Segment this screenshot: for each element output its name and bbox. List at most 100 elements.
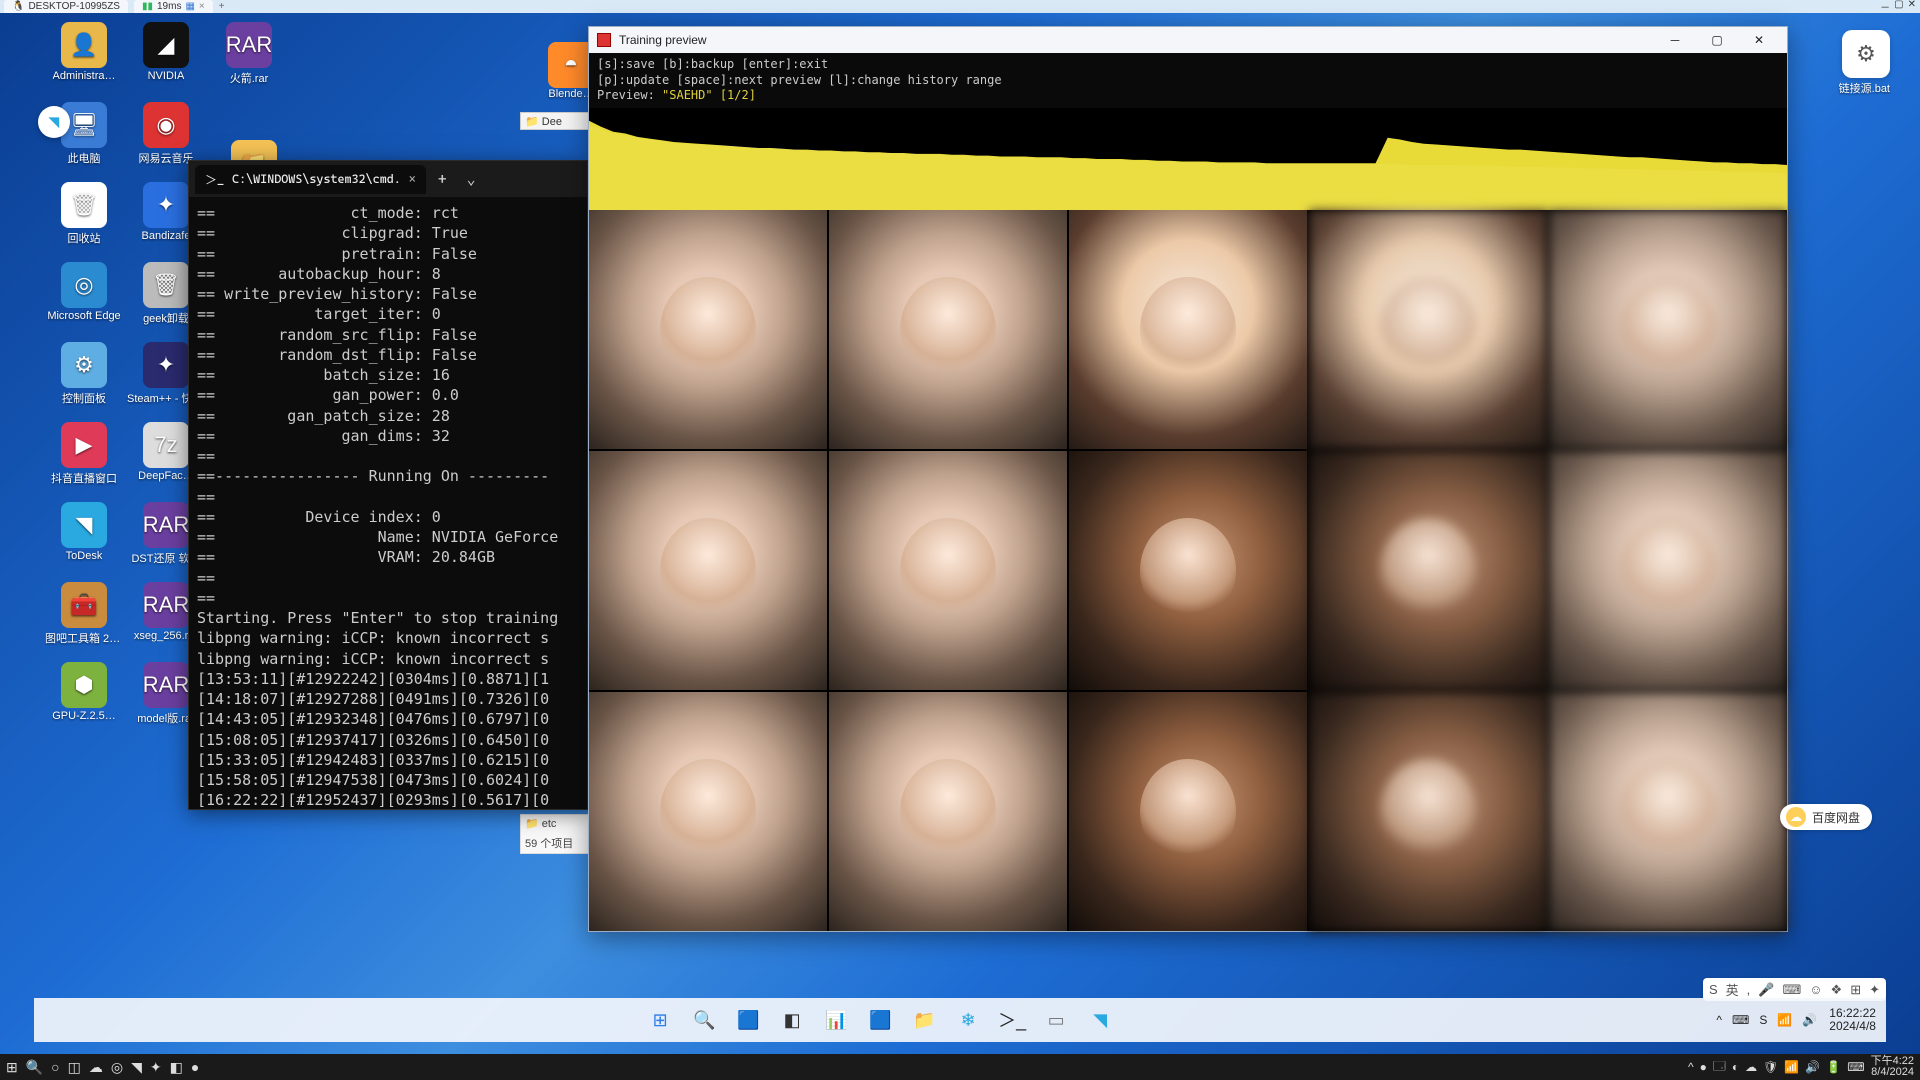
desktop-icon-label: NVIDIA: [148, 70, 185, 82]
desktop-icon[interactable]: ▶抖音直播窗口: [44, 422, 124, 500]
terminal-output[interactable]: == ct_mode: rct == clipgrad: True == pre…: [189, 197, 587, 810]
taskbar-app-icon[interactable]: ◥: [1084, 1004, 1116, 1036]
host-tray-icon[interactable]: ⌨: [1847, 1060, 1864, 1074]
window-maximize[interactable]: ▢: [1697, 29, 1737, 51]
tray-icon[interactable]: 🔊: [1802, 1013, 1817, 1027]
baidu-netdisk-widget[interactable]: ☁ 百度网盘: [1780, 804, 1872, 830]
todesk-floating-bubble[interactable]: ◥: [38, 106, 70, 138]
desktop-icon-label: Administra…: [53, 70, 116, 82]
desktop-icon[interactable]: ◥ToDesk: [44, 502, 124, 580]
host-tray-icon[interactable]: 📶: [1784, 1060, 1799, 1074]
window-close[interactable]: ✕: [1908, 0, 1916, 14]
host-taskbar-icon[interactable]: ☁: [89, 1059, 103, 1076]
face-cell: [829, 210, 1067, 449]
taskbar-app-icon[interactable]: ◧: [776, 1004, 808, 1036]
desktop-icon[interactable]: ⚙控制面板: [44, 342, 124, 420]
tray-icon[interactable]: 📶: [1777, 1013, 1792, 1027]
ime-item[interactable]: S: [1709, 982, 1718, 997]
taskbar-app-icon[interactable]: ▭: [1040, 1004, 1072, 1036]
desktop-icon[interactable]: 👤Administra…: [44, 22, 124, 100]
host-taskbar-icon[interactable]: ⊞: [6, 1059, 18, 1076]
tray-icon[interactable]: S: [1759, 1013, 1767, 1027]
folder-icon: 📁 etc: [525, 817, 595, 830]
host-taskbar-icon[interactable]: ○: [51, 1059, 59, 1075]
ime-item[interactable]: ⌨: [1782, 982, 1801, 998]
host-tray-icon[interactable]: ◐: [1732, 1060, 1739, 1074]
session-tab-2-close[interactable]: ×: [199, 1, 205, 12]
taskbar-app-icon[interactable]: 📊: [820, 1004, 852, 1036]
terminal-tab-cmd[interactable]: ＞_ C:\WINDOWS\system32\cmd. ×: [195, 165, 426, 194]
ime-item[interactable]: ❖: [1831, 982, 1843, 998]
desktop-icon[interactable]: ⬢GPU-Z.2.5…: [44, 662, 124, 740]
ime-item[interactable]: ✦: [1869, 982, 1880, 998]
taskbar-app-icon[interactable]: 🔍: [688, 1004, 720, 1036]
host-tray-icon[interactable]: 🗔: [1713, 1057, 1726, 1078]
desktop-icon[interactable]: ◢NVIDIA: [126, 22, 206, 100]
host-tray-icon[interactable]: ●: [1700, 1060, 1707, 1074]
loss-history-chart: [589, 108, 1787, 210]
session-tab-1[interactable]: 🐧 DESKTOP-10995ZS: [4, 0, 128, 13]
settings-floating-button[interactable]: ⚙: [1842, 30, 1890, 78]
window-close[interactable]: ✕: [1739, 29, 1779, 51]
desktop-icon-label: 链接源.bat: [1839, 80, 1890, 96]
taskbar-app-icon[interactable]: ❄: [952, 1004, 984, 1036]
preview-titlebar[interactable]: Training preview － ▢ ✕: [589, 27, 1787, 53]
ime-item[interactable]: 🎤: [1758, 982, 1774, 998]
host-tray-icon[interactable]: ^: [1688, 1060, 1694, 1074]
taskbar-app-icon[interactable]: 🟦: [864, 1004, 896, 1036]
face-cell: [589, 692, 827, 931]
host-taskbar-icon[interactable]: ●: [191, 1059, 199, 1075]
desktop-icon-label: 此电脑: [68, 150, 101, 166]
desktop-icons-grid: 👤Administra…◢NVIDIA🖥此电脑◉网易云音乐🗑回收站✦Bandiz…: [44, 22, 206, 740]
desktop-icon-linkyuan[interactable]: 链接源.bat: [1839, 80, 1890, 96]
window-minimize[interactable]: －: [1655, 29, 1695, 51]
cmd-icon: ＞_: [205, 171, 224, 188]
host-taskbar-icon[interactable]: ◫: [68, 1059, 81, 1076]
terminal-tab-close[interactable]: ×: [409, 172, 416, 186]
window-maximize[interactable]: ▢: [1894, 0, 1903, 14]
session-tab-2-label: 19ms: [157, 1, 181, 12]
app-icon: RAR: [143, 662, 189, 708]
taskbar-clock[interactable]: 16:22:22 2024/4/8: [1829, 1007, 1876, 1033]
taskbar-app-icon[interactable]: 🟦: [732, 1004, 764, 1036]
tray-icon[interactable]: ⌨: [1732, 1013, 1749, 1027]
host-tray-icon[interactable]: 🔋: [1826, 1060, 1841, 1074]
desktop-icon[interactable]: RAR火箭.rar: [226, 22, 272, 86]
host-tray-icon[interactable]: 🔊: [1805, 1060, 1820, 1074]
cloud-icon: ☁: [1786, 807, 1806, 827]
host-tray-icon[interactable]: 🛡: [1763, 1060, 1778, 1074]
remote-session-tabbar: 🐧 DESKTOP-10995ZS ▮▮ 19ms ▦ × + － ▢ ✕: [0, 0, 1920, 13]
desktop-icon-label: 回收站: [68, 230, 101, 246]
ime-item[interactable]: ⊞: [1850, 982, 1861, 998]
terminal-new-tab[interactable]: +: [430, 170, 455, 188]
desktop-icon[interactable]: 🗑 回收站: [44, 182, 124, 260]
face-cell: [589, 210, 827, 449]
taskbar-app-icon[interactable]: ＞_: [996, 1004, 1028, 1036]
taskbar-app-icon[interactable]: ⊞: [644, 1004, 676, 1036]
desktop-icon[interactable]: 🧰图吧工具箱 2024: [44, 582, 124, 660]
desktop-icon-label: Blende…: [548, 88, 593, 100]
desktop-icon-label: GPU-Z.2.5…: [52, 710, 116, 722]
window-minimize[interactable]: －: [1880, 0, 1890, 14]
host-taskbar-icon[interactable]: ◥: [131, 1059, 142, 1076]
app-icon: 🧰: [61, 582, 107, 628]
new-tab-button[interactable]: +: [219, 1, 225, 12]
taskbar-app-icon[interactable]: 📁: [908, 1004, 940, 1036]
app-icon: ⚙: [61, 342, 107, 388]
ime-item[interactable]: 英: [1726, 980, 1739, 999]
host-date: 8/4/2024: [1871, 1067, 1914, 1078]
host-taskbar-icon[interactable]: ✦: [150, 1059, 162, 1076]
folder-icon: 📁 Dee: [525, 115, 562, 128]
tray-icon[interactable]: ^: [1716, 1013, 1722, 1027]
app-icon: 🗑: [61, 182, 107, 228]
host-taskbar-icon[interactable]: ◎: [111, 1059, 123, 1076]
ime-item[interactable]: ,: [1747, 982, 1751, 997]
app-icon: RAR: [143, 582, 189, 628]
host-taskbar-icon[interactable]: 🔍: [26, 1059, 43, 1076]
host-tray-icon[interactable]: ☁: [1745, 1060, 1757, 1074]
session-tab-2[interactable]: ▮▮ 19ms ▦ ×: [134, 0, 213, 13]
desktop-icon[interactable]: ◎Microsoft Edge: [44, 262, 124, 340]
host-taskbar-icon[interactable]: ◧: [170, 1059, 183, 1076]
terminal-tab-dropdown[interactable]: ⌄: [459, 170, 484, 188]
ime-item[interactable]: ☺: [1809, 982, 1822, 997]
